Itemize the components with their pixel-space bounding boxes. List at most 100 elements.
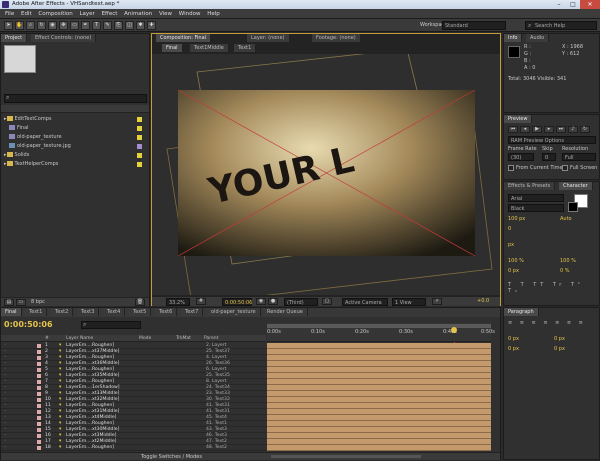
comp-timecode[interactable]: 0:00:50:06 (222, 298, 252, 306)
bit-depth-label[interactable]: 8 bpc (31, 299, 45, 305)
tab-audio[interactable]: Audio (526, 34, 550, 42)
indent-right-value[interactable]: 0 px (554, 336, 565, 342)
tab-old-paper-texture[interactable]: old-paper_texture (207, 308, 261, 316)
next-frame-icon[interactable]: ▸ (544, 126, 554, 133)
tab-timeline-text1[interactable]: Text1 (25, 308, 48, 316)
list-item[interactable]: ▸ Solids (1, 151, 149, 159)
color-channel-icon[interactable]: ● (268, 298, 278, 305)
header-layer-name[interactable]: Layer Name (66, 335, 93, 342)
visibility-toggle-icon[interactable]: ◦ (4, 445, 7, 451)
tab-timeline-text5[interactable]: Text5 (129, 308, 152, 316)
layer-duration-bar[interactable] (267, 415, 491, 421)
tab-character[interactable]: Character (559, 182, 593, 190)
breadcrumb-final[interactable]: Final (162, 44, 183, 52)
font-size-value[interactable]: 100 px (508, 216, 525, 222)
parent-select[interactable]: 48. Text2 (206, 445, 227, 451)
layer-duration-bar[interactable] (267, 421, 491, 427)
label-color-swatch[interactable] (37, 386, 41, 390)
eraser-tool-icon[interactable]: ◫ (125, 21, 134, 30)
playhead-handle[interactable] (451, 327, 457, 333)
views-select[interactable]: 1 View (392, 298, 426, 306)
tab-composition-final[interactable]: Composition: Final (156, 34, 212, 42)
tab-project[interactable]: Project (1, 34, 28, 42)
maximize-button[interactable]: □ (566, 0, 580, 9)
header-mode[interactable]: Mode (139, 335, 151, 342)
breadcrumb-text1[interactable]: Text1 (234, 44, 257, 52)
label-color-swatch[interactable] (37, 344, 41, 348)
camera-select[interactable]: Active Camera (342, 298, 388, 306)
tab-timeline-text6[interactable]: Text6 (155, 308, 178, 316)
layer-duration-bar[interactable] (267, 367, 491, 373)
composition-viewer[interactable]: YOUR L (152, 54, 500, 295)
region-of-interest-icon[interactable]: ▢ (322, 298, 332, 305)
layer-duration-bar[interactable] (267, 379, 491, 385)
layer-duration-bar[interactable] (267, 427, 491, 433)
header-parent[interactable]: Parent (204, 335, 218, 342)
font-style-buttons[interactable]: T T TT Tr T¹ T₁ (508, 282, 596, 294)
tab-info[interactable]: Info (504, 34, 523, 42)
baseline-shift-value[interactable]: 0 px (508, 268, 519, 274)
close-button[interactable]: ✕ (580, 0, 600, 9)
layer-name[interactable]: LayerEm....Roughen] (66, 445, 114, 451)
label-color-swatch[interactable] (37, 428, 41, 432)
zoom-tool-icon[interactable]: ⌕ (26, 21, 35, 30)
delete-icon[interactable]: 🗑 (135, 299, 145, 306)
menu-help[interactable]: Help (207, 9, 220, 19)
camera-tool-icon[interactable]: ◉ (48, 21, 57, 30)
tab-timeline-final[interactable]: Final (1, 308, 22, 316)
stroke-width-value[interactable]: px (508, 242, 514, 248)
snapshot-icon[interactable]: ◉ (256, 298, 266, 305)
loop-icon[interactable]: ↻ (580, 126, 590, 133)
first-frame-icon[interactable]: ⏮ (508, 126, 518, 133)
brush-tool-icon[interactable]: ✎ (103, 21, 112, 30)
list-item[interactable]: ▸ TextHelperComps (1, 160, 149, 168)
menu-edit[interactable]: Edit (21, 9, 32, 19)
from-current-time-checkbox[interactable] (508, 165, 514, 171)
menu-layer[interactable]: Layer (79, 9, 94, 19)
tab-effect-controls[interactable]: Effect Controls: (none) (31, 34, 97, 42)
label-color-swatch[interactable] (37, 398, 41, 402)
tab-timeline-text4[interactable]: Text4 (103, 308, 126, 316)
roto-brush-tool-icon[interactable]: ✱ (136, 21, 145, 30)
text-tool-icon[interactable]: T (92, 21, 101, 30)
skip-input[interactable]: 0 (542, 153, 556, 161)
zoom-select[interactable]: 33.2% (166, 298, 190, 306)
menu-animation[interactable]: Animation (124, 9, 152, 19)
layer-duration-bar[interactable] (267, 391, 491, 397)
tsume-value[interactable]: 0 % (560, 268, 570, 274)
menu-file[interactable]: File (5, 9, 14, 19)
search-help-input[interactable]: Search Help (525, 21, 597, 30)
tab-timeline-text7[interactable]: Text7 (181, 308, 204, 316)
label-color-swatch[interactable] (37, 410, 41, 414)
pen-tool-icon[interactable]: ✒ (81, 21, 90, 30)
leading-value[interactable]: Auto (560, 216, 572, 222)
tab-effects-presets[interactable]: Effects & Presets (504, 182, 556, 190)
table-row[interactable]: ◦ 18 ▾ LayerEm....Roughen] 48. Text2 (1, 445, 266, 451)
kerning-value[interactable]: 0 (508, 226, 511, 232)
label-color-swatch[interactable] (37, 362, 41, 366)
time-ruler[interactable]: 0:00s 0:10s 0:20s 0:30s 0:40s 0:50s (267, 323, 495, 342)
layer-duration-bar[interactable] (267, 397, 491, 403)
label-color-swatch[interactable] (37, 416, 41, 420)
layer-duration-bar[interactable] (267, 343, 491, 349)
label-color-swatch[interactable] (37, 350, 41, 354)
layer-duration-bar[interactable] (267, 403, 491, 409)
project-search-input[interactable] (4, 94, 147, 103)
tab-timeline-text3[interactable]: Text3 (77, 308, 100, 316)
tab-render-queue[interactable]: Render Queue (263, 308, 308, 316)
horizontal-scale-value[interactable]: 100 % (560, 258, 576, 264)
fast-previews-icon[interactable]: ⚡ (432, 298, 442, 305)
layer-duration-bar[interactable] (267, 385, 491, 391)
puppet-tool-icon[interactable]: ✚ (147, 21, 156, 30)
list-item[interactable]: old-paper_texture (1, 133, 149, 141)
resolution-select[interactable]: (Third) (284, 298, 318, 306)
font-family-select[interactable]: Arial (508, 194, 564, 202)
grid-icon[interactable]: # (196, 298, 206, 305)
previous-frame-icon[interactable]: ◂ (520, 126, 530, 133)
label-color-swatch[interactable] (37, 368, 41, 372)
layer-duration-bar[interactable] (267, 409, 491, 415)
list-item[interactable]: Final (1, 124, 149, 132)
tab-layer[interactable]: Layer: (none) (247, 34, 290, 42)
menu-effect[interactable]: Effect (102, 9, 118, 19)
zoom-slider[interactable] (271, 455, 421, 458)
